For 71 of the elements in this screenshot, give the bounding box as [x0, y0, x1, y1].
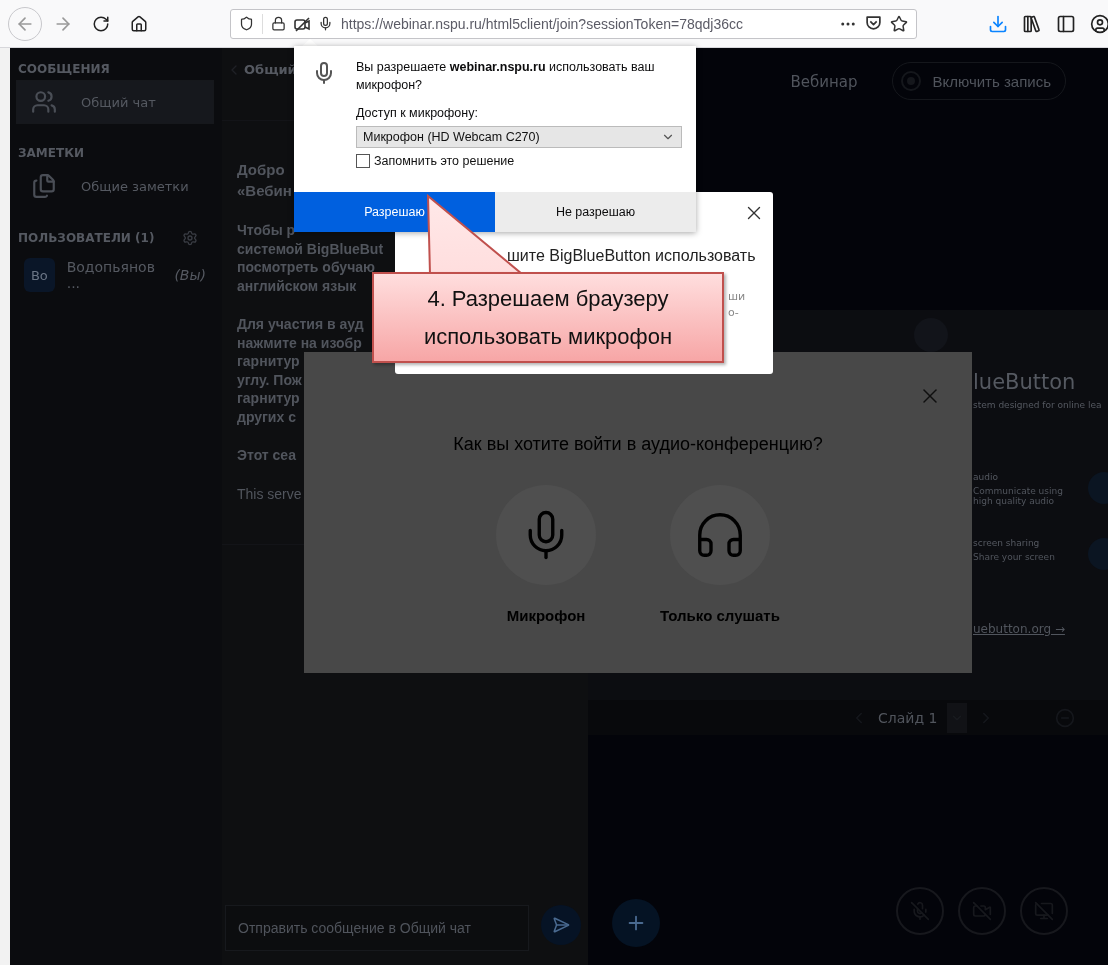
message-text: нажмите на изобр	[237, 333, 362, 352]
send-icon	[552, 916, 570, 934]
device-select[interactable]: Микрофон (HD Webcam C270)	[356, 126, 682, 148]
message-text: системой BigBlueBut	[237, 239, 384, 258]
user-you-label: (Вы)	[174, 267, 206, 283]
users-icon	[31, 89, 57, 115]
message-text: английском язык	[237, 276, 357, 295]
section-title: ЗАМЕТКИ	[18, 146, 84, 160]
user-name: Водопьянов ...	[66, 259, 156, 291]
pocket-icon[interactable]	[865, 15, 882, 32]
send-button[interactable]	[541, 905, 581, 945]
microphone-icon[interactable]	[318, 16, 333, 31]
sidebar-item[interactable]: Общий чат	[16, 80, 214, 124]
allow-button[interactable]: Разрешаю	[294, 192, 495, 232]
message-text: углу. Пож	[237, 370, 302, 389]
feature-title: audio	[973, 472, 999, 482]
message-text: Для участия в ауд	[237, 315, 364, 334]
library-button[interactable]	[1022, 13, 1042, 34]
star-icon[interactable]	[890, 14, 908, 33]
account-icon	[1090, 13, 1108, 34]
settings-icon[interactable]	[182, 230, 198, 246]
deny-button[interactable]: Не разрешаю	[495, 192, 696, 232]
remember-checkbox[interactable]	[356, 154, 370, 168]
files-icon	[31, 173, 57, 199]
message-text: Чтобы р	[237, 221, 296, 240]
meeting-title: Вебинар	[790, 73, 858, 91]
lock-icon[interactable]	[271, 16, 286, 31]
sidebar-button[interactable]	[1056, 13, 1076, 34]
feature-title: screen sharing	[973, 538, 1041, 548]
user-avatar: Во	[24, 258, 55, 292]
checkbox-label: Запомнить это решение	[374, 154, 515, 168]
download-button[interactable]	[988, 13, 1008, 34]
hint-text: шите BigBlueButton использовать	[507, 247, 756, 265]
sidebar-item-label: Общий чат	[81, 94, 156, 110]
account-button[interactable]	[1090, 13, 1108, 34]
section-title: СООБЩЕНИЯ	[18, 62, 110, 76]
sidebar-item-label: Общие заметки	[81, 178, 189, 194]
message-text: This serve	[237, 484, 302, 503]
dialog-title: Как вы хотите войти в аудио-конференцию?	[453, 434, 823, 455]
message-text: посмотреть обучаю	[237, 258, 376, 277]
message-text: гарнитур	[237, 389, 300, 408]
user-row[interactable]: Во Водопьянов ... (Вы)	[16, 250, 214, 300]
plus-button[interactable]	[612, 899, 660, 947]
message-input[interactable]: Отправить сообщение в Общий чат	[225, 905, 529, 951]
logo-circle	[914, 318, 948, 352]
reload-icon	[92, 14, 110, 33]
hint-text-fragment: ши	[728, 290, 746, 303]
library-icon	[1022, 13, 1042, 34]
crossed-camera-icon[interactable]	[294, 15, 310, 32]
home-icon	[130, 14, 148, 33]
slide-number: Слайд 1	[878, 709, 938, 726]
message-text: других с	[237, 407, 296, 426]
section-title: ПОЛЬЗОВАТЕЛИ (1)	[18, 231, 155, 245]
shield-icon[interactable]	[239, 16, 254, 31]
message-text: Добро	[237, 160, 285, 180]
message-text: «Вебин	[237, 181, 292, 201]
access-label: Доступ к микрофону:	[356, 106, 479, 120]
slide-subtitle: stem designed for online lea	[973, 400, 1103, 410]
callout-text: 4. Разрешаем браузеру использовать микрофон	[422, 284, 674, 351]
slide-link[interactable]: uebutton.org →	[973, 622, 1108, 636]
sidebar-icon	[1056, 13, 1076, 34]
slide-heading: lueButton	[973, 370, 1077, 394]
feature-text: Communicate using high quality audio	[973, 486, 1064, 506]
url-text[interactable]: https://webinar.nspu.ru/html5client/join?sessionToken=78qdj36cc	[341, 15, 831, 32]
permission-question: Вы разрешаете webinar.nspu.ru использовать ваш микрофон?	[356, 59, 656, 94]
download-icon	[988, 13, 1008, 34]
message-text: гарнитур	[237, 352, 300, 371]
hint-text-fragment: о-	[728, 306, 739, 319]
sidebar-item[interactable]: Общие заметки	[16, 164, 214, 208]
message-text: Этот сеа	[237, 446, 296, 465]
feature-text: Share your screen	[973, 552, 1056, 562]
